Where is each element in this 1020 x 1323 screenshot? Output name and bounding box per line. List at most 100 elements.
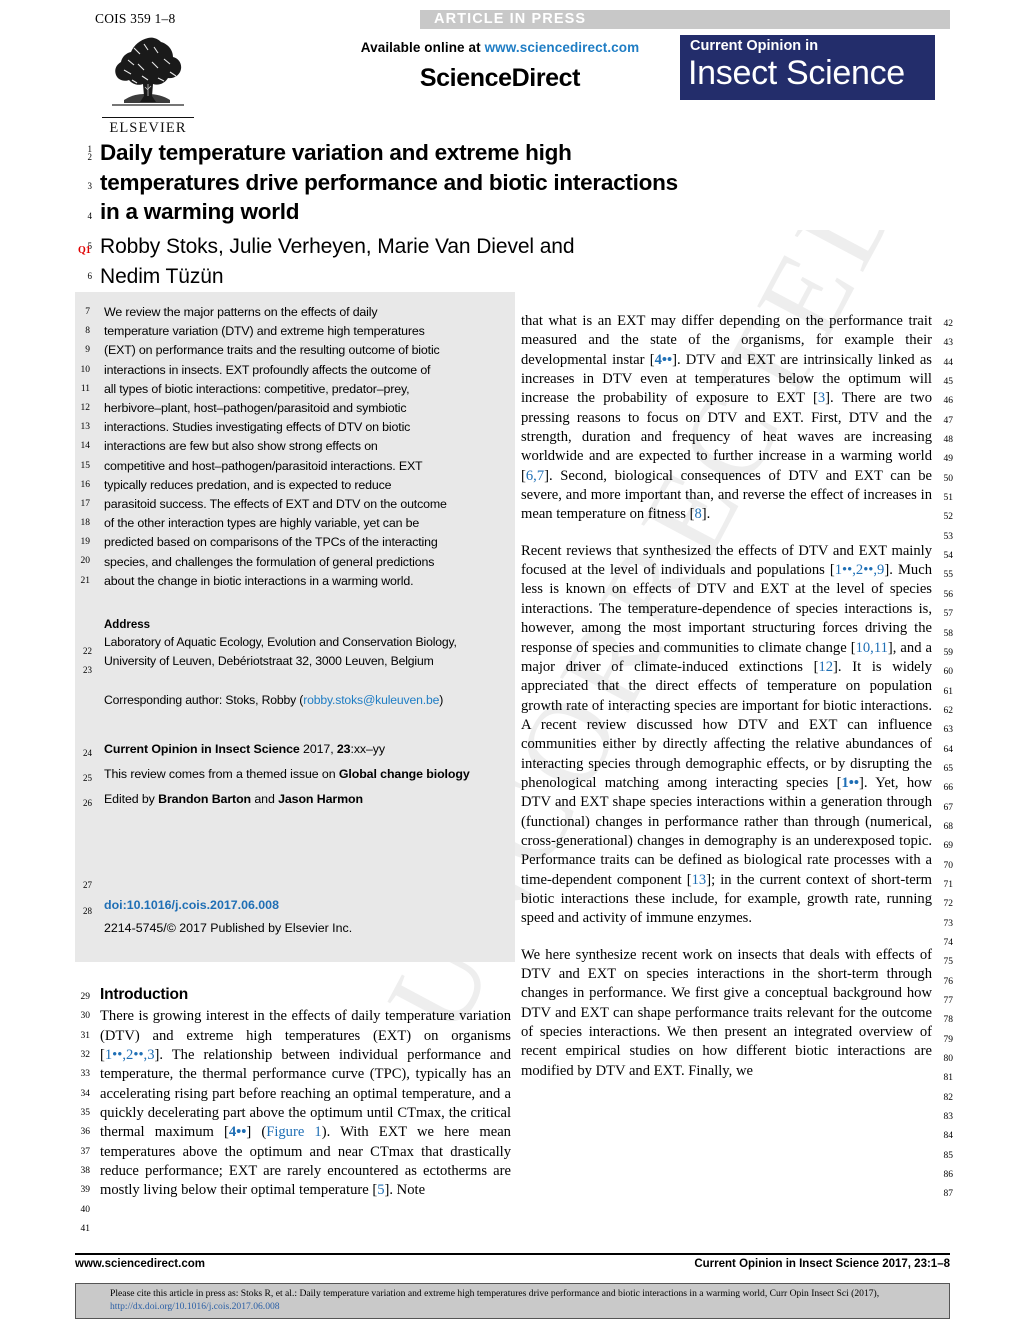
article-in-press-label: ARTICLE IN PRESS bbox=[434, 11, 587, 27]
citation-notice-year: (2017), bbox=[851, 1288, 880, 1299]
citation-reference[interactable]: 4•• bbox=[229, 1124, 247, 1140]
abstract-content: We review the major patterns on the effe… bbox=[104, 303, 489, 935]
address-heading: Address bbox=[104, 619, 151, 632]
citation-notice-doi-link[interactable]: http://dx.doi.org/10.1016/j.cois.2017.06… bbox=[110, 1301, 280, 1312]
authors-line-2: Nedim Tüzün bbox=[100, 264, 224, 288]
article-in-press-banner: ARTICLE IN PRESS bbox=[420, 10, 950, 29]
line-number-title-3: 3 bbox=[87, 181, 93, 191]
line-number-doi: 27 bbox=[83, 880, 92, 890]
doi-link[interactable]: doi:10.1016/j.cois.2017.06.008 bbox=[104, 898, 489, 912]
line-number: 87 bbox=[943, 1189, 954, 1200]
footer-website[interactable]: www.sciencedirect.com bbox=[75, 1258, 205, 1270]
journal-logo-top-line: Current Opinion in bbox=[690, 38, 819, 54]
citation-notice-box: Please cite this article in press as: St… bbox=[75, 1283, 950, 1319]
line-number-meta-3: 26 bbox=[83, 798, 92, 808]
left-column-line-number-gutter: 29 30 31 32 33 34 35 36 37 38 39 40 41 bbox=[72, 988, 91, 1239]
citation-reference[interactable]: 1••,2••,9 bbox=[835, 562, 885, 578]
body-paragraph: Recent reviews that synthesized the effe… bbox=[521, 542, 932, 929]
line-number: 12 bbox=[80, 402, 91, 413]
line-number: 86 bbox=[943, 1170, 954, 1181]
title-block: Daily temperature variation and extreme … bbox=[100, 138, 720, 292]
editors-line: Edited by Brandon Barton and Jason Harmo… bbox=[104, 787, 489, 812]
line-number: 51 bbox=[943, 493, 954, 504]
footer-journal-citation: Current Opinion in Insect Science 2017, … bbox=[694, 1258, 950, 1270]
abstract-line: of the other interaction types are highl… bbox=[104, 516, 420, 531]
top-bar: COIS 359 1–8 ARTICLE IN PRESS bbox=[75, 10, 950, 30]
line-number: 58 bbox=[943, 628, 954, 639]
editors-conjunction: and bbox=[251, 791, 279, 806]
line-number: 42 bbox=[943, 319, 954, 329]
line-number: 53 bbox=[943, 531, 954, 542]
abstract-line: typically reduces predation, and is expe… bbox=[104, 477, 392, 492]
abstract-line: (EXT) on performance traits and the resu… bbox=[104, 343, 440, 358]
journal-code: COIS 359 1–8 bbox=[95, 11, 176, 26]
body-text-run: ] ( bbox=[246, 1124, 267, 1141]
line-number: 17 bbox=[80, 498, 91, 509]
citation-reference[interactable]: 6,7 bbox=[526, 468, 544, 484]
line-number-address-2: 23 bbox=[83, 665, 92, 675]
line-number: 52 bbox=[943, 512, 954, 523]
citation-reference[interactable]: 10,11 bbox=[856, 640, 888, 656]
abstract-line: species, and challenges the formulation … bbox=[104, 554, 435, 569]
line-number: 71 bbox=[943, 879, 954, 890]
line-number: 77 bbox=[943, 996, 954, 1007]
journal-citation-volume: 23 bbox=[336, 741, 351, 756]
corresponding-email-link[interactable]: robby.stoks@kuleuven.be bbox=[303, 693, 439, 707]
line-number: 20 bbox=[80, 556, 91, 567]
line-number: 63 bbox=[943, 725, 954, 736]
line-number: 13 bbox=[80, 422, 91, 433]
body-text-run: ]. bbox=[701, 506, 711, 523]
body-text-run: ]. Note bbox=[384, 1182, 426, 1199]
body-text-run: ]. Second, biological consequences of DT… bbox=[521, 467, 932, 523]
title-line-3: in a warming world bbox=[100, 199, 300, 224]
body-paragraph: We here synthesize recent work on insect… bbox=[521, 946, 932, 1081]
line-number: 30 bbox=[80, 1011, 91, 1022]
journal-logo: Current Opinion in Insect Science bbox=[680, 35, 935, 100]
line-number: 35 bbox=[80, 1108, 91, 1119]
left-body-column: Introduction There is growing interest i… bbox=[100, 985, 511, 1201]
line-number-title-4: 4 bbox=[87, 211, 93, 221]
line-number: 8 bbox=[85, 326, 90, 337]
corresponding-author: Corresponding author: Stoks, Robby (robb… bbox=[104, 691, 489, 710]
abstract-line: herbivore–plant, host–pathogen/parasitoi… bbox=[104, 401, 407, 416]
citation-reference[interactable]: 8 bbox=[694, 506, 701, 522]
sciencedirect-wordmark: ScienceDirect bbox=[419, 64, 581, 92]
line-number: 34 bbox=[80, 1088, 91, 1099]
query-marker-q1[interactable]: Q1 bbox=[78, 245, 91, 256]
line-number-meta-1: 24 bbox=[83, 748, 92, 758]
right-column-line-number-gutter: 42 43 44 45 46 47 48 49 50 51 52 53 54 55 56 57 58 5… bbox=[935, 315, 954, 1205]
citation-reference[interactable]: Figure 1 bbox=[266, 1124, 322, 1140]
citation-reference[interactable]: 4•• bbox=[655, 352, 673, 368]
line-number: 9 bbox=[85, 345, 90, 356]
line-number-title-6: 6 bbox=[87, 271, 93, 281]
corresponding-prefix: Corresponding author: Stoks, Robby ( bbox=[104, 693, 304, 708]
journal-logo-bottom-line: Insect Science bbox=[688, 54, 905, 92]
line-number: 44 bbox=[943, 357, 954, 368]
address-line-2: University of Leuven, Debériotstraat 32,… bbox=[104, 654, 434, 669]
right-body-column: that what is an EXT may differ depending… bbox=[521, 312, 932, 1081]
journal-citation-year: 2017, bbox=[299, 741, 337, 756]
line-number-title-2: 2 bbox=[87, 152, 93, 162]
line-number: 85 bbox=[943, 1150, 954, 1161]
citation-reference[interactable]: 12 bbox=[818, 659, 833, 675]
line-number: 32 bbox=[80, 1050, 91, 1061]
elsevier-tree-icon bbox=[104, 34, 192, 112]
line-number: 45 bbox=[943, 377, 954, 388]
article-page: UNCORRECTED PROOF COIS 359 1–8 ARTICLE I… bbox=[0, 0, 1020, 1323]
citation-reference[interactable]: 5 bbox=[377, 1182, 384, 1198]
line-number: 83 bbox=[943, 1112, 954, 1123]
abstract-line: interactions. Studies investigating effe… bbox=[104, 420, 411, 435]
sciencedirect-url-link[interactable]: www.sciencedirect.com bbox=[485, 40, 640, 55]
line-number: 41 bbox=[80, 1224, 91, 1235]
citation-reference[interactable]: 1•• bbox=[841, 775, 859, 791]
line-number: 7 bbox=[85, 307, 90, 317]
line-number: 40 bbox=[80, 1204, 91, 1215]
abstract-line: interactions in insects. EXT profoundly … bbox=[104, 362, 431, 377]
citation-reference[interactable]: 13 bbox=[692, 872, 707, 888]
line-number-issn: 28 bbox=[83, 906, 92, 916]
line-number: 47 bbox=[943, 415, 954, 426]
line-number: 36 bbox=[80, 1127, 91, 1138]
themed-issue-topic: Global change biology bbox=[338, 766, 470, 781]
citation-reference[interactable]: 1••,2••,3 bbox=[105, 1047, 155, 1063]
available-online-line: Available online at www.sciencedirect.co… bbox=[265, 40, 735, 55]
